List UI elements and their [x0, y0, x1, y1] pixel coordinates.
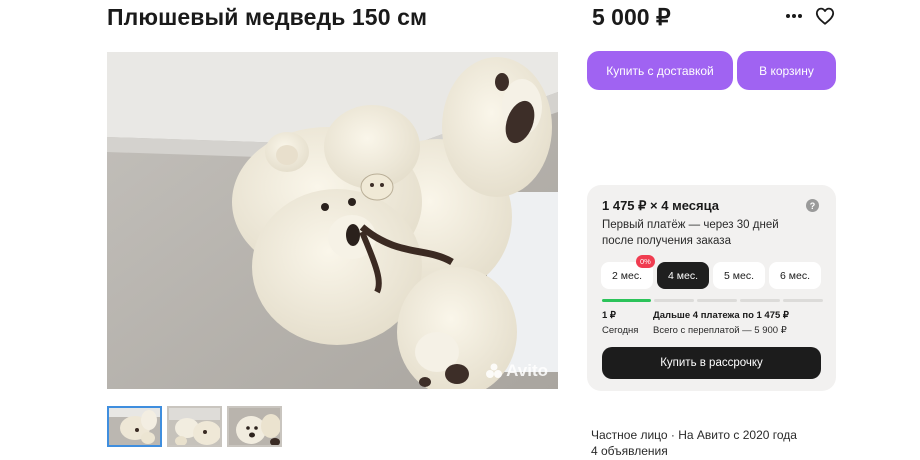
- first-payment: 1 ₽ Сегодня: [602, 309, 638, 338]
- main-photo[interactable]: Avito: [107, 52, 558, 389]
- later-payments-amount: Дальше 4 платежа по 1 475 ₽: [653, 310, 789, 321]
- zero-percent-badge: 0%: [636, 255, 655, 268]
- seller-info-block: Частное лицо · На Авито с 2020 года 4 об…: [591, 427, 797, 459]
- term-tab-6[interactable]: 6 мес.: [769, 262, 821, 289]
- payment-schedule-bar: [602, 299, 823, 302]
- payment-segment: [740, 299, 780, 302]
- add-to-cart-button[interactable]: В корзину: [737, 51, 836, 90]
- total-with-overpayment: Всего с переплатой — 5 900 ₽: [653, 325, 787, 336]
- thumbnail-1[interactable]: [107, 406, 162, 447]
- installment-title: 1 475 ₽ × 4 месяца: [602, 198, 719, 213]
- heart-icon[interactable]: [812, 4, 838, 28]
- avito-logo-icon: [486, 363, 503, 378]
- buy-with-delivery-button[interactable]: Купить с доставкой: [587, 51, 733, 90]
- installment-card: 1 475 ₽ × 4 месяца ? Первый платёж — чер…: [587, 185, 836, 391]
- term-tab-4[interactable]: 4 мес.: [657, 262, 709, 289]
- avito-watermark: Avito: [485, 361, 548, 381]
- listing-title: Плюшевый медведь 150 см: [107, 4, 428, 30]
- payment-segment: [654, 299, 694, 302]
- term-tab-5[interactable]: 5 мес.: [713, 262, 765, 289]
- installment-term-tabs: 2 мес. 0% 4 мес. 5 мес. 6 мес.: [601, 255, 821, 289]
- term-tab-label: 2 мес.: [612, 269, 642, 282]
- later-payments: Дальше 4 платежа по 1 475 ₽ Всего с пере…: [653, 309, 789, 338]
- term-tab-label: 4 мес.: [668, 269, 698, 282]
- buy-in-installments-button[interactable]: Купить в рассрочку: [602, 347, 821, 379]
- first-payment-amount: 1 ₽: [602, 310, 616, 321]
- thumbnail-strip: [107, 406, 282, 447]
- term-tab-label: 5 мес.: [724, 269, 754, 282]
- help-icon[interactable]: ?: [806, 199, 819, 212]
- watermark-text: Avito: [506, 361, 548, 380]
- thumbnail-2[interactable]: [167, 406, 222, 447]
- seller-listings-count[interactable]: 4 объявления: [591, 443, 797, 459]
- payment-segment: [697, 299, 737, 302]
- payment-segment: [783, 299, 823, 302]
- more-dots-icon[interactable]: [781, 4, 807, 28]
- term-tab-label: 6 мес.: [780, 269, 810, 282]
- payment-segment-paid: [602, 299, 651, 302]
- thumbnail-3[interactable]: [227, 406, 282, 447]
- installment-description: Первый платёж — через 30 дней после полу…: [602, 219, 779, 247]
- listing-price: 5 000 ₽: [592, 4, 671, 30]
- term-tab-2[interactable]: 2 мес. 0%: [601, 255, 655, 289]
- first-payment-when: Сегодня: [602, 325, 639, 336]
- seller-info[interactable]: Частное лицо · На Авито с 2020 года: [591, 427, 797, 443]
